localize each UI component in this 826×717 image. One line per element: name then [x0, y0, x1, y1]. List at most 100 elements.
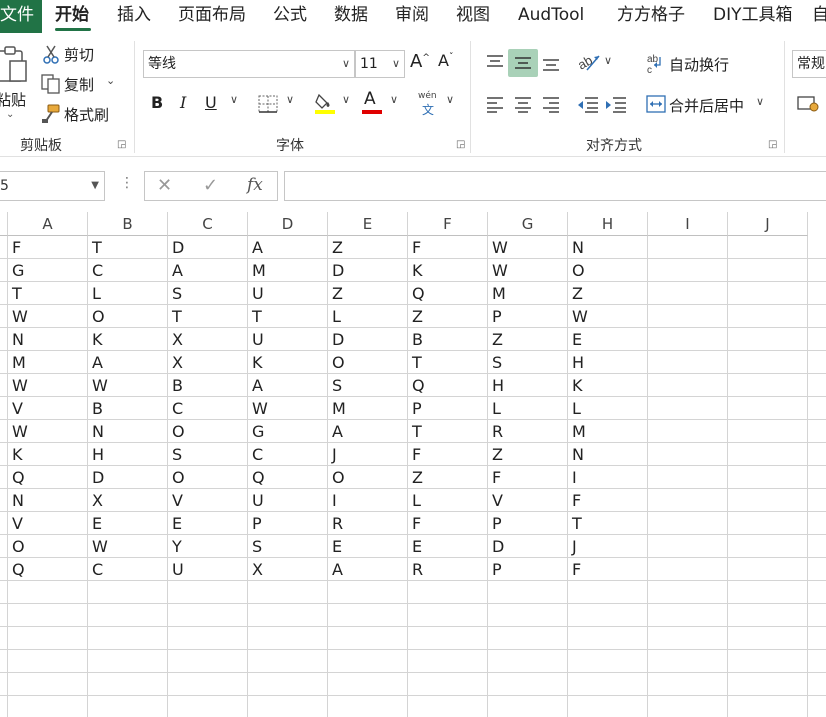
cell-a12[interactable]: N [9, 489, 88, 512]
font-name-select[interactable]: 等线 ∨ [143, 50, 355, 78]
chevron-down-icon[interactable]: ∨ [756, 95, 764, 108]
cell-h9[interactable]: M [569, 420, 648, 443]
tab-insert[interactable]: 插入 [117, 0, 151, 31]
cell-c6[interactable]: X [169, 351, 248, 374]
column-header-h[interactable]: H [568, 212, 648, 236]
cell-f6[interactable]: T [409, 351, 488, 374]
cell-h15[interactable]: F [569, 558, 648, 581]
cell-c9[interactable]: O [169, 420, 248, 443]
wrap-text-button[interactable]: ab c 自动换行 [646, 51, 746, 77]
cell-b2[interactable]: C [89, 259, 168, 282]
tab-page-layout[interactable]: 页面布局 [178, 0, 246, 31]
fill-color-icon[interactable] [313, 91, 337, 115]
cell-b1[interactable]: T [89, 236, 168, 259]
cell-g12[interactable]: V [489, 489, 568, 512]
enter-icon[interactable]: ✓ [203, 175, 218, 196]
cell-b12[interactable]: X [89, 489, 168, 512]
cell-g2[interactable]: W [489, 259, 568, 282]
cell-g10[interactable]: Z [489, 443, 568, 466]
align-bottom-icon[interactable] [541, 55, 561, 73]
cell-a8[interactable]: V [9, 397, 88, 420]
alignment-launcher-icon[interactable]: ◲ [768, 139, 777, 150]
cell-e13[interactable]: R [329, 512, 408, 535]
shrink-font-button[interactable]: Aˇ [438, 51, 453, 70]
cell-e12[interactable]: I [329, 489, 408, 512]
cell-d7[interactable]: A [249, 374, 328, 397]
column-header-b[interactable]: B [88, 212, 168, 236]
cell-a13[interactable]: V [9, 512, 88, 535]
tab-more[interactable]: 自 [812, 0, 826, 31]
cell-e15[interactable]: A [329, 558, 408, 581]
cell-d11[interactable]: Q [249, 466, 328, 489]
chevron-down-icon[interactable]: ∨ [390, 93, 398, 106]
cell-h13[interactable]: T [569, 512, 648, 535]
chevron-down-icon[interactable]: ∨ [446, 93, 454, 106]
spreadsheet-grid[interactable]: ABCDEFGHIJFTDAZFWNGCAMDKWOTLSUZQMZWOTTLZ… [0, 212, 826, 717]
align-middle-button[interactable] [508, 49, 538, 77]
column-header-g[interactable]: G [488, 212, 568, 236]
cell-a10[interactable]: K [9, 443, 88, 466]
accounting-format-icon[interactable] [797, 95, 819, 113]
menu-file[interactable]: 文件 [0, 0, 42, 33]
number-format-select[interactable]: 常规 [792, 50, 826, 78]
font-color-button[interactable]: A [360, 89, 384, 115]
cell-h2[interactable]: O [569, 259, 648, 282]
cell-f1[interactable]: F [409, 236, 488, 259]
cell-f7[interactable]: Q [409, 374, 488, 397]
cell-e6[interactable]: O [329, 351, 408, 374]
cell-f14[interactable]: E [409, 535, 488, 558]
cell-a6[interactable]: M [9, 351, 88, 374]
column-header-e[interactable]: E [328, 212, 408, 236]
chevron-down-icon[interactable]: ∨ [230, 93, 238, 106]
cell-d5[interactable]: U [249, 328, 328, 351]
cell-b5[interactable]: K [89, 328, 168, 351]
cell-g8[interactable]: L [489, 397, 568, 420]
cell-b11[interactable]: D [89, 466, 168, 489]
name-box[interactable]: 5 ▼ [0, 171, 105, 201]
column-header-c[interactable]: C [168, 212, 248, 236]
select-all-corner[interactable] [0, 212, 8, 236]
cell-a5[interactable]: N [9, 328, 88, 351]
align-right-icon[interactable] [541, 95, 561, 113]
align-center-icon[interactable] [513, 95, 533, 113]
cell-g1[interactable]: W [489, 236, 568, 259]
format-painter-button[interactable]: 格式刷 [40, 102, 120, 126]
chevron-down-icon[interactable]: ∨ [342, 93, 350, 106]
chevron-down-icon[interactable]: ∨ [286, 93, 294, 106]
column-header-i[interactable]: I [648, 212, 728, 236]
cell-d13[interactable]: P [249, 512, 328, 535]
underline-button[interactable]: U [205, 93, 217, 112]
cell-c2[interactable]: A [169, 259, 248, 282]
cell-e4[interactable]: L [329, 305, 408, 328]
merge-center-button[interactable]: 合并后居中 ∨ [646, 91, 771, 117]
align-top-icon[interactable] [485, 53, 505, 71]
cell-b9[interactable]: N [89, 420, 168, 443]
cell-d15[interactable]: X [249, 558, 328, 581]
cell-b8[interactable]: B [89, 397, 168, 420]
cell-d1[interactable]: A [249, 236, 328, 259]
tab-audtool[interactable]: AudTool [518, 0, 584, 31]
cell-a11[interactable]: Q [9, 466, 88, 489]
cell-f10[interactable]: F [409, 443, 488, 466]
cell-c11[interactable]: O [169, 466, 248, 489]
cell-e8[interactable]: M [329, 397, 408, 420]
cell-f11[interactable]: Z [409, 466, 488, 489]
cell-h10[interactable]: N [569, 443, 648, 466]
cell-g13[interactable]: P [489, 512, 568, 535]
cell-d2[interactable]: M [249, 259, 328, 282]
cut-button[interactable]: 剪切 [40, 42, 100, 66]
cell-a15[interactable]: Q [9, 558, 88, 581]
tab-diy-toolbox[interactable]: DIY工具箱 [713, 0, 793, 31]
cell-d10[interactable]: C [249, 443, 328, 466]
cell-h6[interactable]: H [569, 351, 648, 374]
cell-c10[interactable]: S [169, 443, 248, 466]
cell-e5[interactable]: D [329, 328, 408, 351]
grow-font-button[interactable]: A^ [410, 51, 430, 72]
cell-h1[interactable]: N [569, 236, 648, 259]
copy-button[interactable]: 复制 ⌄ [40, 72, 120, 96]
cell-c13[interactable]: E [169, 512, 248, 535]
cell-g11[interactable]: F [489, 466, 568, 489]
italic-button[interactable]: I [180, 93, 186, 112]
chevron-down-icon[interactable]: ∨ [604, 54, 612, 67]
cell-f13[interactable]: F [409, 512, 488, 535]
